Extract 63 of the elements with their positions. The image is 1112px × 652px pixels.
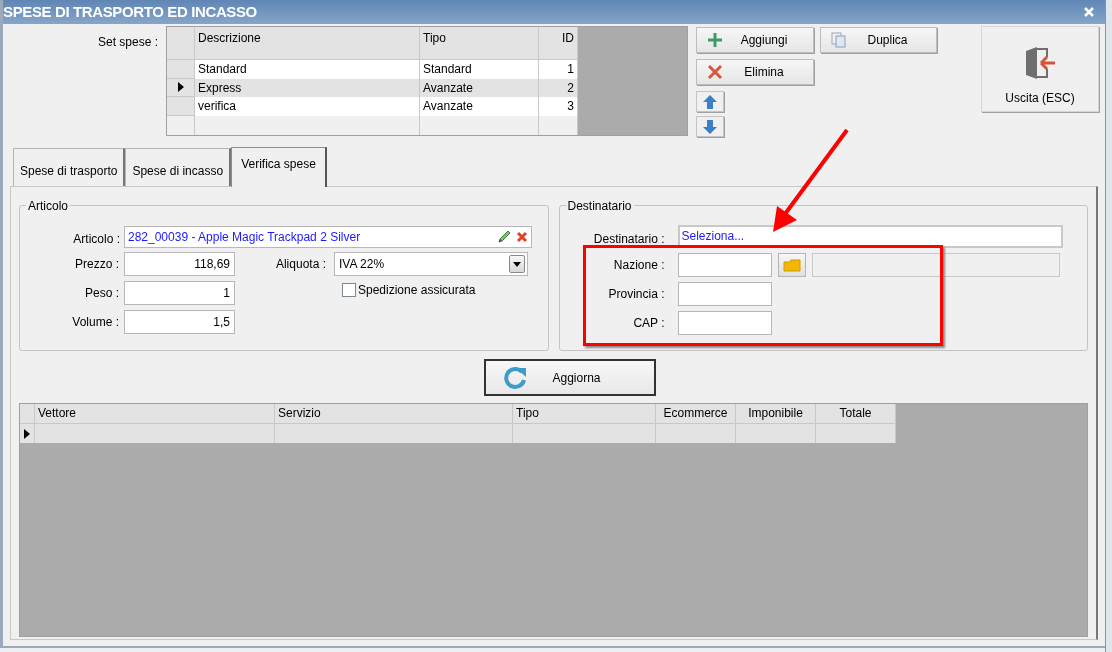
refresh-button[interactable]: Aggiorna <box>483 359 656 396</box>
row-header <box>167 27 195 60</box>
current-row-icon <box>177 82 184 93</box>
column-header: Ecommerce <box>656 404 736 424</box>
delete-button[interactable]: Elimina <box>696 59 814 85</box>
tab[interactable]: Spese di incasso <box>125 148 232 186</box>
move-up-button[interactable] <box>696 91 724 112</box>
duplicate-button[interactable]: Duplica <box>820 27 937 53</box>
plus-icon <box>707 32 723 48</box>
column-header: Totale <box>816 404 896 424</box>
caret-icon <box>513 261 521 267</box>
field-label: Aliquota : <box>274 256 327 273</box>
arrow-down-icon <box>702 118 718 135</box>
arrow-up-icon <box>702 93 718 110</box>
input-field[interactable] <box>677 253 772 277</box>
input-field[interactable] <box>677 311 772 335</box>
table-row[interactable] <box>20 424 896 443</box>
dropdown-field[interactable]: IVA 22% <box>334 252 528 276</box>
pencil-icon <box>496 229 512 245</box>
checkbox-label: Spedizione assicurata <box>358 282 476 299</box>
field-label: Articolo : <box>72 231 121 248</box>
input-field[interactable]: 118,69 <box>124 252 235 276</box>
window-title: SPESE DI TRASPORTO ED INCASSO <box>3 1 257 22</box>
field-label: Peso : <box>83 285 120 302</box>
exit-button[interactable]: Uscita (ESC) <box>981 26 1099 112</box>
input-field[interactable]: 1 <box>124 281 235 305</box>
x-icon <box>707 64 723 80</box>
row-header <box>20 404 35 424</box>
column-header: Servizio <box>275 404 513 424</box>
article-field[interactable]: 282_00039 - Apple Magic Trackpad 2 Silver <box>124 226 532 248</box>
close-icon <box>1084 7 1094 17</box>
recipient-field[interactable]: Seleziona... <box>677 224 1063 248</box>
delete-icon <box>516 231 528 243</box>
move-down-button[interactable] <box>696 116 724 137</box>
browse-button[interactable] <box>777 253 806 277</box>
checkbox[interactable] <box>342 283 356 297</box>
table-cell: Standard <box>195 59 420 79</box>
input-field[interactable] <box>677 282 772 306</box>
exit-door-icon <box>1023 45 1057 81</box>
table-cell: Standard <box>420 59 539 79</box>
field-label: Volume : <box>71 314 120 331</box>
field-label: Provincia : <box>607 286 666 303</box>
column-header: Imponibile <box>736 404 816 424</box>
column-header: Descrizione <box>195 27 420 60</box>
copy-icon <box>831 32 847 48</box>
tab[interactable]: Spese di trasporto <box>13 148 126 186</box>
field-label: CAP : <box>632 315 666 332</box>
field-label: Prezzo : <box>74 256 120 273</box>
current-row-icon <box>24 428 30 439</box>
field-label: Destinatario : <box>592 231 666 248</box>
column-header: ID <box>539 27 578 60</box>
field-label: Nazione : <box>612 257 666 274</box>
table-cell: 1 <box>539 59 578 79</box>
field-label: Set spese : <box>96 34 159 51</box>
column-header: Tipo <box>420 27 539 60</box>
refresh-icon <box>501 364 528 391</box>
tab[interactable]: Verifica spese <box>231 147 327 187</box>
folder-icon <box>782 258 801 272</box>
add-button[interactable]: Aggiungi <box>696 27 814 53</box>
input-field[interactable]: 1,5 <box>124 310 235 334</box>
column-header: Tipo <box>513 404 656 424</box>
column-header: Vettore <box>35 404 275 424</box>
table-row[interactable]: verifica Avanzate 3 <box>167 97 578 117</box>
